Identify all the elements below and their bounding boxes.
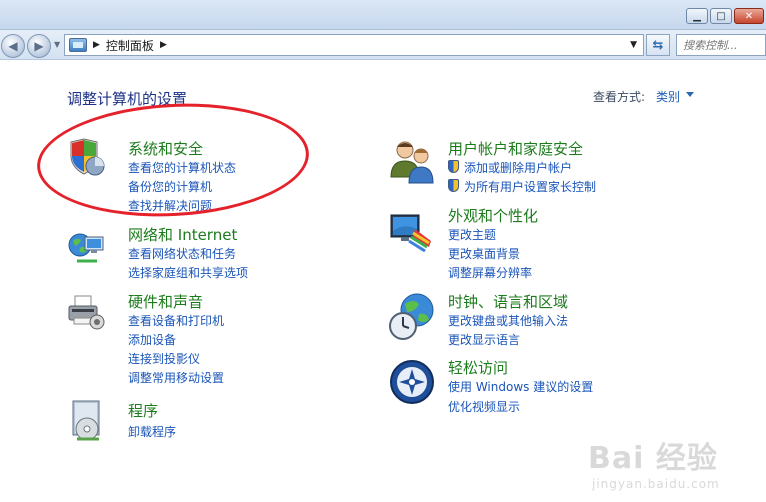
window-titlebar: ▁ □ ✕ <box>0 0 766 30</box>
breadcrumb-separator-icon[interactable]: ▶ <box>160 40 167 50</box>
category-title-network[interactable]: 网络和 Internet <box>128 224 237 245</box>
minimize-icon: ▁ <box>693 10 701 22</box>
back-button[interactable]: ◀ <box>1 34 25 58</box>
navigation-bar: ◀ ▶ ▼ ▶ 控制面板 ▶ ▼ ⇆ <box>0 30 766 60</box>
category-title-clock-region[interactable]: 时钟、语言和区域 <box>448 291 568 312</box>
address-dropdown-icon[interactable]: ▼ <box>630 40 637 50</box>
recent-pages-dropdown-icon[interactable]: ▼ <box>54 40 60 49</box>
close-button[interactable]: ✕ <box>734 8 764 24</box>
highlight-annotation-ellipse <box>34 96 312 224</box>
clock-globe-icon[interactable] <box>389 292 437 342</box>
forward-button[interactable]: ▶ <box>27 34 51 58</box>
control-panel-icon <box>69 38 87 52</box>
refresh-button[interactable]: ⇆ <box>646 34 670 56</box>
appearance-monitor-icon[interactable] <box>389 211 435 253</box>
link-desktop-background[interactable]: 更改桌面背景 <box>448 245 520 262</box>
link-add-remove-accounts[interactable]: 添加或删除用户帐户 <box>464 159 572 176</box>
control-panel-content: 调整计算机的设置 查看方式: 类别 系统和安全 查看您的计算机状态 备份您的计算… <box>0 61 766 502</box>
link-view-network-status[interactable]: 查看网络状态和任务 <box>128 245 236 262</box>
category-title-users[interactable]: 用户帐户和家庭安全 <box>448 138 583 159</box>
category-title-appearance[interactable]: 外观和个性化 <box>448 205 538 226</box>
link-mobility-settings[interactable]: 调整常用移动设置 <box>128 369 224 386</box>
link-change-display-language[interactable]: 更改显示语言 <box>448 331 520 348</box>
view-by-dropdown[interactable]: 类别 <box>656 88 680 105</box>
watermark-logo-text: Bai 经验 <box>588 441 718 476</box>
maximize-icon: □ <box>716 10 726 22</box>
category-title-programs[interactable]: 程序 <box>128 400 158 421</box>
address-bar[interactable]: ▶ 控制面板 ▶ ▼ <box>64 34 644 56</box>
maximize-button[interactable]: □ <box>710 8 732 24</box>
uac-shield-icon <box>448 179 459 192</box>
link-optimize-display[interactable]: 优化视频显示 <box>448 398 520 415</box>
minimize-button[interactable]: ▁ <box>686 8 708 24</box>
breadcrumb-separator-icon[interactable]: ▶ <box>93 40 100 50</box>
close-icon: ✕ <box>744 10 754 22</box>
users-icon[interactable] <box>389 139 437 185</box>
link-homegroup-sharing[interactable]: 选择家庭组和共享选项 <box>128 264 248 281</box>
network-globe-icon[interactable] <box>67 227 105 265</box>
watermark-url: jingyan.baidu.com <box>592 477 720 491</box>
back-arrow-icon: ◀ <box>8 39 18 53</box>
search-input[interactable] <box>683 38 753 52</box>
link-devices-printers[interactable]: 查看设备和打印机 <box>128 312 224 329</box>
window-controls: ▁ □ ✕ <box>686 8 764 24</box>
programs-icon[interactable] <box>67 399 107 443</box>
view-by-label: 查看方式: <box>593 90 646 104</box>
ease-of-access-icon[interactable] <box>389 359 435 405</box>
view-by-chevron-down-icon[interactable] <box>686 92 694 97</box>
link-recommended-settings[interactable]: 使用 Windows 建议的设置 <box>448 378 593 395</box>
uac-shield-icon <box>448 160 459 173</box>
baidu-watermark: Bai 经验 jingyan.baidu.com <box>588 433 720 491</box>
link-add-device[interactable]: 添加设备 <box>128 331 176 348</box>
link-connect-projector[interactable]: 连接到投影仪 <box>128 350 200 367</box>
link-change-keyboard[interactable]: 更改键盘或其他输入法 <box>448 312 568 329</box>
link-screen-resolution[interactable]: 调整屏幕分辨率 <box>448 264 532 281</box>
printer-icon[interactable] <box>67 294 105 332</box>
link-parental-controls[interactable]: 为所有用户设置家长控制 <box>464 178 596 195</box>
link-change-theme[interactable]: 更改主题 <box>448 226 496 243</box>
link-uninstall-program[interactable]: 卸载程序 <box>128 423 176 440</box>
forward-arrow-icon: ▶ <box>34 39 44 53</box>
category-title-ease-of-access[interactable]: 轻松访问 <box>448 357 508 378</box>
category-title-hardware[interactable]: 硬件和声音 <box>128 291 203 312</box>
refresh-icon: ⇆ <box>652 37 664 53</box>
breadcrumb-control-panel[interactable]: 控制面板 <box>106 37 154 54</box>
search-box[interactable] <box>676 34 766 56</box>
